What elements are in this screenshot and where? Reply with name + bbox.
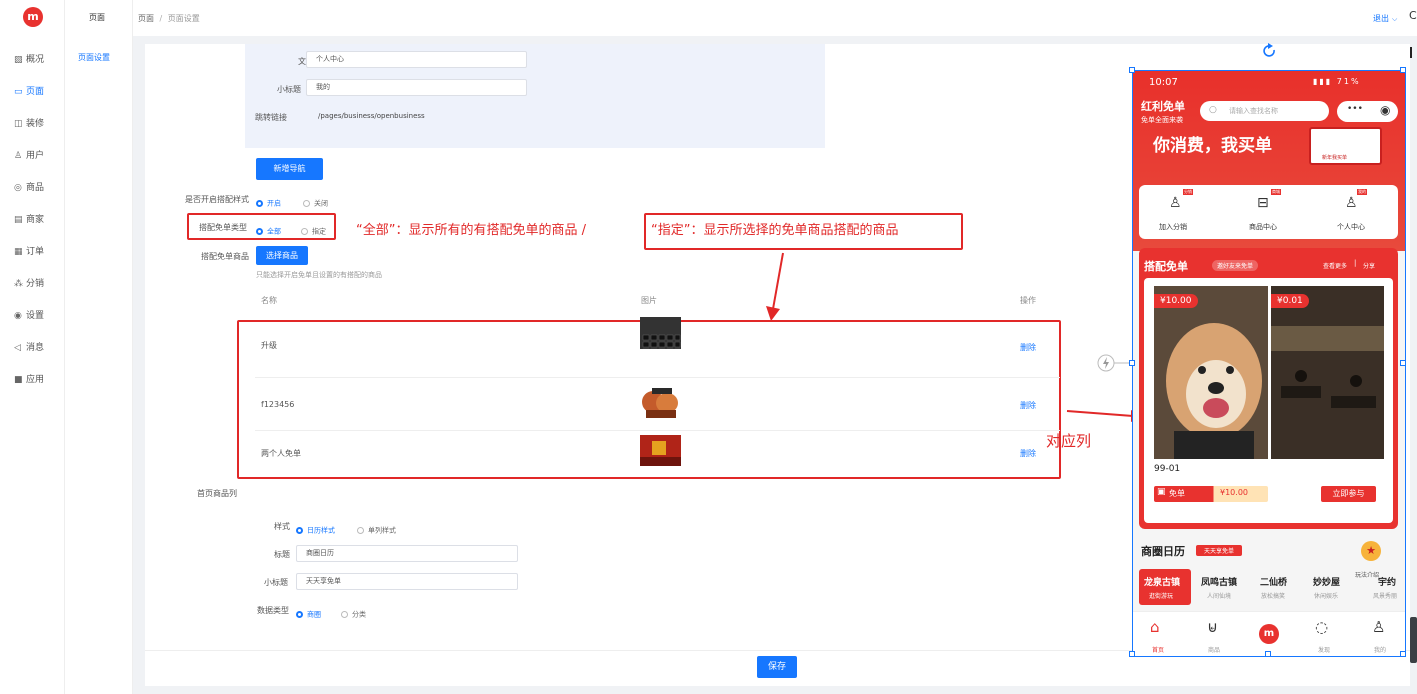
brand-logo-icon[interactable]: m: [1259, 624, 1279, 644]
tab-label: 首页: [1152, 647, 1165, 654]
calendar-item-name: 二仙桥: [1260, 578, 1288, 588]
resize-handle[interactable]: [1265, 651, 1271, 657]
status-icons: ▮▮▮ 71%: [1313, 77, 1361, 86]
free-label: 免单: [1169, 489, 1185, 498]
calendar-item-sub: 逛街游玩: [1149, 593, 1174, 600]
status-time: 10:07: [1149, 77, 1178, 88]
calendar-title: 商圈日历: [1141, 545, 1185, 558]
tab-label: 发现: [1318, 647, 1331, 654]
tab-home[interactable]: ⌂ 首页: [1147, 618, 1173, 656]
calendar-item[interactable]: 宇约 风景秀丽: [1368, 575, 1405, 605]
free-section: 搭配免单 邀好友来免单 查看更多 | 分享 ¥10.00 ¥0.01 99-01…: [1139, 248, 1398, 529]
search-placeholder: 请输入查找名称: [1229, 107, 1278, 115]
calendar-item-sub: 放松搞笑: [1261, 593, 1286, 600]
free-card[interactable]: ¥10.00 ¥0.01 99-01 ▣ 免单 ¥10.00 立即参与: [1144, 278, 1393, 523]
signal-icon: ▮▮▮: [1313, 77, 1333, 86]
free-tag: 邀好友来免单: [1212, 260, 1259, 271]
calendar-item[interactable]: 二仙桥 放松搞笑: [1260, 575, 1304, 605]
restaurant-image: ¥0.01: [1271, 286, 1384, 459]
search-icon: ○: [1209, 105, 1217, 115]
dog-photo: [1154, 286, 1268, 459]
tab-profile[interactable]: ♙ 我的: [1368, 618, 1394, 656]
brand-title: 红利免单: [1141, 100, 1185, 113]
resize-handle[interactable]: [1129, 67, 1135, 73]
restaurant-photo: [1271, 286, 1384, 459]
free-price: ¥10.00: [1220, 488, 1248, 497]
quick-badge: 商城: [1271, 189, 1281, 195]
bag-icon: ⊌: [1207, 618, 1218, 636]
quick-label: 加入分销: [1159, 223, 1187, 231]
distribution-icon: ♙: [1169, 195, 1182, 211]
resize-handle[interactable]: [1400, 651, 1406, 657]
resize-handle[interactable]: [1129, 360, 1135, 366]
arrow-to-table: [766, 252, 784, 321]
banner-tag: 新年我买单: [1322, 155, 1348, 161]
quick-store[interactable]: 商城 ⊟ 商品中心: [1245, 189, 1295, 235]
calendar-item-active[interactable]: 龙泉古镇 逛街游玩: [1139, 569, 1191, 605]
free-price-strip: ▣ 免单 ¥10.00: [1154, 486, 1268, 502]
calendar-item-sub: 休闲娱乐: [1314, 593, 1339, 600]
phone-preview: 10:07 ▮▮▮ 71% 红利免单 免单全面来袭 ○ 请输入查找名称 ••• …: [1133, 71, 1405, 656]
banner-tag-box: 新年我买单: [1309, 127, 1382, 165]
resize-handle[interactable]: [1400, 360, 1406, 366]
quick-label: 个人中心: [1337, 223, 1365, 231]
side-tool-tab[interactable]: [1410, 617, 1417, 663]
store-icon: ⊟: [1257, 195, 1269, 211]
join-button[interactable]: 立即参与: [1321, 486, 1376, 502]
dog-image: ¥10.00: [1154, 286, 1268, 459]
quick-badge: 分销: [1183, 189, 1193, 195]
resize-handle[interactable]: [1400, 67, 1406, 73]
quick-links-card: 分销 ♙ 加入分销 商城 ⊟ 商品中心 我的 ♙ 个人中心: [1139, 185, 1398, 239]
search-bar[interactable]: ○ 请输入查找名称: [1200, 101, 1329, 121]
calendar-item-name: 凤鸣古镇: [1201, 578, 1238, 588]
calendar-item[interactable]: 妙妙屋 休闲娱乐: [1313, 575, 1353, 605]
free-title: 搭配免单: [1144, 260, 1188, 273]
home-icon: ⌂: [1150, 618, 1160, 636]
medal-icon: ★: [1361, 541, 1381, 561]
profile-icon: ♙: [1372, 618, 1386, 636]
view-more-link[interactable]: 查看更多: [1323, 261, 1347, 270]
quick-badge: 我的: [1357, 189, 1367, 195]
play-intro[interactable]: ★ 玩法介绍: [1355, 541, 1387, 579]
tab-label: 商品: [1208, 647, 1221, 654]
calendar-item-sub: 风景秀丽: [1373, 593, 1398, 600]
quick-distribution[interactable]: 分销 ♙ 加入分销: [1159, 189, 1209, 235]
price-badge: ¥10.00: [1154, 294, 1198, 308]
capsule-menu[interactable]: ••• ◉: [1337, 101, 1398, 122]
more-icon: •••: [1347, 104, 1363, 114]
refresh-icon[interactable]: [1263, 43, 1275, 57]
calendar-tag: 天天享免单: [1196, 545, 1243, 556]
target-icon: ◉: [1380, 103, 1391, 117]
calendar-item-name: 龙泉古镇: [1144, 578, 1181, 588]
quick-label: 商品中心: [1249, 223, 1277, 231]
item-name: 99-01: [1154, 464, 1181, 474]
calendar-item[interactable]: 凤鸣古镇 人间仙境: [1201, 575, 1251, 605]
lightning-icon[interactable]: [1097, 354, 1133, 372]
calendar-item-sub: 人间仙境: [1207, 593, 1232, 600]
banner-text: 你消费，我买单: [1153, 136, 1272, 156]
chat-icon: ◌: [1315, 618, 1329, 636]
share-link[interactable]: 分享: [1363, 261, 1375, 270]
tab-goods[interactable]: ⊌ 商品: [1202, 618, 1228, 656]
person-icon: ♙: [1345, 195, 1358, 211]
resize-handle[interactable]: [1129, 651, 1135, 657]
phone-tab-bar: ⌂ 首页 ⊌ 商品 m ◌ 发现 ♙ 我的: [1133, 611, 1405, 656]
price-badge: ¥0.01: [1271, 294, 1309, 308]
divider: |: [1354, 259, 1357, 267]
quick-personal[interactable]: 我的 ♙ 个人中心: [1331, 189, 1381, 235]
brand-subtitle: 免单全面来袭: [1141, 116, 1183, 124]
tab-discover[interactable]: ◌ 发现: [1312, 618, 1338, 656]
calendar-item-name: 妙妙屋: [1313, 578, 1341, 588]
free-icon: ▣: [1157, 487, 1166, 497]
tab-label: 我的: [1374, 647, 1387, 654]
calendar-item-name: 宇约: [1378, 578, 1397, 588]
